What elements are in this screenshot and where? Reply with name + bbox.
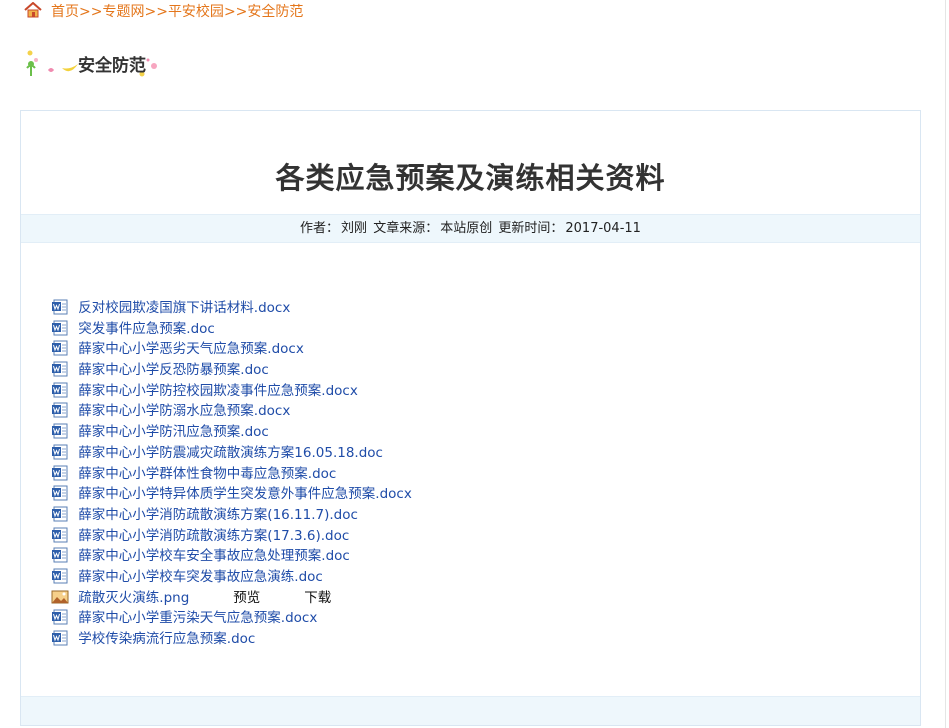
word-doc-icon	[52, 547, 68, 563]
attachment-link[interactable]: 薛家中心小学反恐防暴预案.doc	[78, 362, 269, 378]
attachment-link[interactable]: 薛家中心小学防控校园欺凌事件应急预案.docx	[78, 383, 358, 399]
attachment-item: 学校传染病流行应急预案.doc	[51, 629, 412, 650]
panel-footer-bar	[21, 696, 920, 725]
download-link[interactable]: 下载	[304, 588, 331, 609]
source-value: 本站原创	[440, 221, 493, 236]
word-doc-icon	[52, 506, 68, 522]
attachment-item: 反对校园欺凌国旗下讲话材料.docx	[51, 298, 412, 319]
article-panel: 各类应急预案及演练相关资料 作者： 刘刚 文章来源： 本站原创 更新时间： 2017-…	[20, 110, 921, 726]
attachment-item: 薛家中心小学防震减灾疏散演练方案16.05.18.doc	[51, 443, 412, 464]
attachment-item: 薛家中心小学反恐防暴预案.doc	[51, 360, 412, 381]
attachment-item: 薛家中心小学防控校园欺凌事件应急预案.docx	[51, 381, 412, 402]
word-doc-icon	[52, 361, 68, 377]
word-doc-icon	[52, 402, 68, 418]
breadcrumb-separator: >>	[144, 4, 168, 20]
attachment-link[interactable]: 薛家中心小学群体性食物中毒应急预案.doc	[78, 466, 336, 482]
updated-value: 2017-04-11	[565, 221, 641, 236]
word-doc-icon	[52, 630, 68, 646]
breadcrumb-link-safety[interactable]: 安全防范	[247, 4, 303, 20]
breadcrumb-separator: >>	[223, 4, 248, 20]
attachment-link[interactable]: 薛家中心小学消防疏散演练方案(16.11.7).doc	[78, 507, 358, 523]
page-right-border	[945, 0, 946, 728]
attachment-item: 疏散灭火演练.png 预览 下载	[51, 588, 412, 609]
attachment-link[interactable]: 疏散灭火演练.png	[78, 590, 189, 606]
breadcrumb: 首页>>专题网>>平安校园>>安全防范	[24, 2, 303, 22]
word-doc-icon	[52, 423, 68, 439]
word-doc-icon	[52, 609, 68, 625]
image-file-icon	[51, 590, 69, 604]
breadcrumb-link-safe-campus[interactable]: 平安校园	[168, 4, 224, 20]
word-doc-icon	[52, 299, 68, 315]
attachment-link[interactable]: 薛家中心小学校车突发事故应急演练.doc	[78, 569, 323, 585]
attachment-link[interactable]: 学校传染病流行应急预案.doc	[78, 631, 255, 647]
author-label: 作者：	[300, 221, 340, 236]
source-label: 文章来源：	[373, 221, 439, 236]
attachment-link[interactable]: 薛家中心小学防震减灾疏散演练方案16.05.18.doc	[78, 445, 383, 461]
section-title: 安全防范	[78, 56, 146, 76]
breadcrumb-link-topics[interactable]: 专题网	[102, 4, 144, 20]
word-doc-icon	[52, 444, 68, 460]
attachment-item: 薛家中心小学校车安全事故应急处理预案.doc	[51, 546, 412, 567]
attachment-link[interactable]: 突发事件应急预案.doc	[78, 321, 215, 337]
attachment-item: 薛家中心小学消防疏散演练方案(17.3.6).doc	[51, 526, 412, 547]
attachment-item: 薛家中心小学重污染天气应急预案.docx	[51, 608, 412, 629]
attachment-item: 突发事件应急预案.doc	[51, 319, 412, 340]
attachment-item: 薛家中心小学恶劣天气应急预案.docx	[51, 339, 412, 360]
attachment-item: 薛家中心小学防溺水应急预案.docx	[51, 401, 412, 422]
article-meta-bar: 作者： 刘刚 文章来源： 本站原创 更新时间： 2017-04-11	[21, 214, 920, 243]
attachment-link[interactable]: 反对校园欺凌国旗下讲话材料.docx	[78, 300, 290, 316]
word-doc-icon	[52, 527, 68, 543]
attachment-item: 薛家中心小学校车突发事故应急演练.doc	[51, 567, 412, 588]
attachment-list: 反对校园欺凌国旗下讲话材料.docx 突发事件应急预案.doc 薛家中心小学恶劣…	[51, 298, 412, 650]
attachment-link[interactable]: 薛家中心小学防汛应急预案.doc	[78, 424, 269, 440]
word-doc-icon	[52, 568, 68, 584]
attachment-item: 薛家中心小学防汛应急预案.doc	[51, 422, 412, 443]
word-doc-icon	[52, 320, 68, 336]
word-doc-icon	[52, 382, 68, 398]
attachment-link[interactable]: 薛家中心小学特异体质学生突发意外事件应急预案.docx	[78, 486, 412, 502]
word-doc-icon	[52, 485, 68, 501]
attachment-link[interactable]: 薛家中心小学重污染天气应急预案.docx	[78, 610, 317, 626]
attachment-link[interactable]: 薛家中心小学校车安全事故应急处理预案.doc	[78, 548, 350, 564]
attachment-link[interactable]: 薛家中心小学恶劣天气应急预案.docx	[78, 341, 304, 357]
updated-label: 更新时间：	[498, 221, 564, 236]
attachment-item: 薛家中心小学消防疏散演练方案(16.11.7).doc	[51, 505, 412, 526]
attachment-link[interactable]: 薛家中心小学防溺水应急预案.docx	[78, 403, 290, 419]
attachment-link[interactable]: 薛家中心小学消防疏散演练方案(17.3.6).doc	[78, 528, 349, 544]
author-value: 刘刚	[341, 221, 368, 236]
preview-link[interactable]: 预览	[233, 588, 260, 609]
breadcrumb-separator: >>	[79, 4, 103, 20]
attachment-item: 薛家中心小学特异体质学生突发意外事件应急预案.docx	[51, 484, 412, 505]
word-doc-icon	[52, 465, 68, 480]
breadcrumb-link-home[interactable]: 首页	[51, 4, 79, 20]
article-title: 各类应急预案及演练相关资料	[275, 161, 666, 195]
home-icon[interactable]	[24, 2, 42, 18]
attachment-item: 薛家中心小学群体性食物中毒应急预案.doc	[51, 464, 412, 485]
word-doc-icon	[52, 340, 68, 356]
